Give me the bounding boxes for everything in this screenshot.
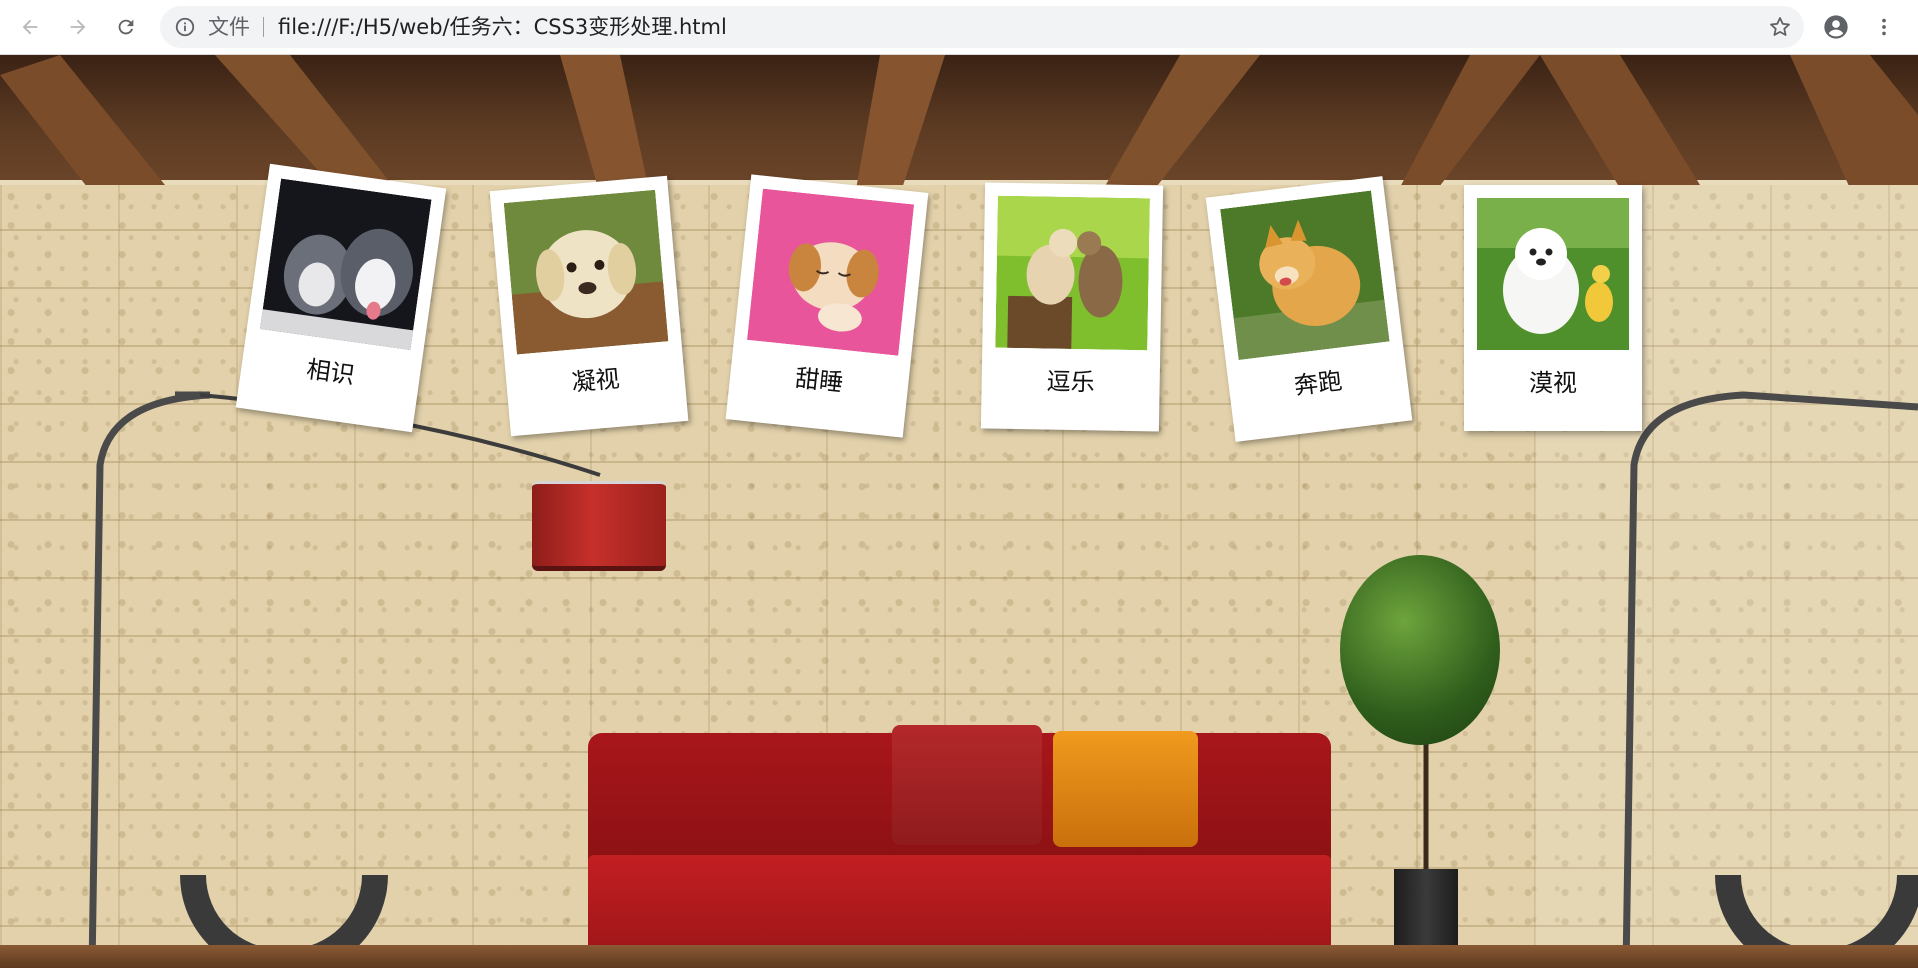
- orange-pillow: [1053, 731, 1198, 847]
- photo-huskies: [259, 178, 432, 351]
- photo-caption: 相识: [304, 355, 357, 390]
- url-text[interactable]: file:///F:/H5/web/任务六：CSS3变形处理.html: [278, 6, 727, 48]
- photo-card[interactable]: 相识: [235, 163, 447, 433]
- photo-card[interactable]: 奔跑: [1205, 176, 1413, 442]
- photo-caption: 凝视: [570, 364, 621, 397]
- address-bar[interactable]: 文件 file:///F:/H5/web/任务六：CSS3变形处理.html: [160, 6, 1804, 48]
- back-button[interactable]: [14, 11, 46, 43]
- photo-card[interactable]: 漠视: [1464, 185, 1642, 431]
- photo-card[interactable]: 甜睡: [725, 174, 929, 438]
- photo-card[interactable]: 凝视: [489, 175, 689, 437]
- red-lamp-shade: [532, 481, 666, 571]
- account-circle-icon: [1824, 15, 1848, 39]
- address-divider: [263, 17, 264, 37]
- forward-button[interactable]: [62, 11, 94, 43]
- photo-caption: 逗乐: [1046, 367, 1095, 397]
- photo-labrador: [503, 189, 669, 355]
- vertical-dots-icon: [1882, 18, 1886, 36]
- info-icon[interactable]: [174, 16, 196, 38]
- star-outline-icon[interactable]: [1768, 15, 1792, 39]
- arrow-right-icon: [70, 19, 86, 35]
- photo-playing-puppies: [995, 195, 1150, 351]
- reload-icon: [118, 19, 134, 35]
- photo-caption: 奔跑: [1292, 366, 1344, 401]
- red-pillow: [892, 725, 1042, 845]
- photo-card[interactable]: 逗乐: [980, 182, 1164, 432]
- photo-sleeping-puppy: [747, 188, 915, 356]
- potted-tree: [1340, 555, 1500, 745]
- arrow-left-icon: [22, 19, 38, 35]
- profile-button[interactable]: [1820, 11, 1852, 43]
- photo-caption: 漠视: [1529, 369, 1577, 397]
- reload-button[interactable]: [110, 11, 142, 43]
- wooden-floor: [0, 945, 1918, 968]
- menu-button[interactable]: [1868, 11, 1900, 43]
- photo-white-puppy: [1477, 198, 1629, 350]
- browser-toolbar: 文件 file:///F:/H5/web/任务六：CSS3变形处理.html: [0, 0, 1918, 55]
- photo-caption: 甜睡: [793, 364, 845, 398]
- site-label: 文件: [208, 15, 250, 39]
- photo-shiba: [1220, 190, 1390, 360]
